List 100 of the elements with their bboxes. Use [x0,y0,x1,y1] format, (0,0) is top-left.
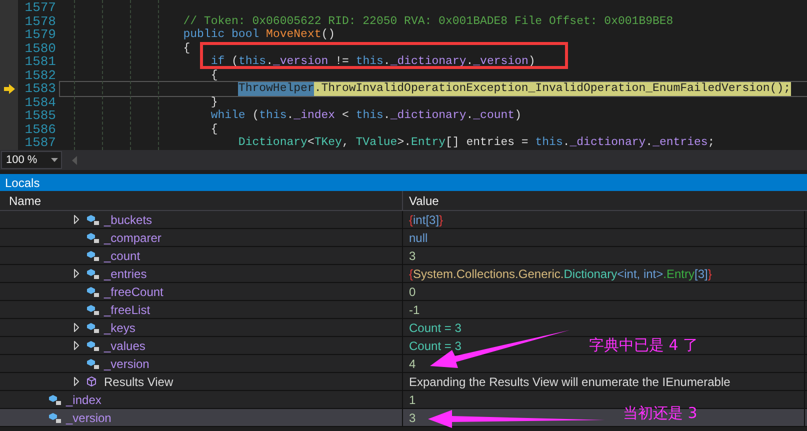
column-header[interactable]: Value [402,191,802,210]
code-token: Entry [411,136,446,150]
code-token: ThrowHelper [238,82,314,96]
code-token: . [646,136,653,150]
code-token: _version [272,55,328,68]
code-token: this [356,55,384,68]
code-token: < [307,136,314,150]
expand-arrow-icon[interactable] [74,377,79,386]
code-token: public bool [183,28,260,42]
code-token: _version [473,55,528,68]
code-token: { [210,122,218,136]
field-lock-icon [86,358,100,370]
code-token: .ThrowInvalidOperationException_InvalidOperation_EnumFailedVersion(); [314,82,791,96]
code-token: . [562,136,570,150]
line-number: 1578 [24,14,56,28]
line-number: 1583 [24,82,56,96]
variable-value: {System.Collections.Generic.Dictionary<int, int>.Entry[3]} [409,266,712,282]
code-token: . [266,55,273,68]
locals-row[interactable]: _count 3 [0,247,807,265]
locals-row[interactable]: _values Count = 3 字典中已是 4 了 [0,337,807,355]
code-token: MoveNext [266,28,322,42]
code-token: if [210,55,225,68]
expand-arrow-icon[interactable] [74,341,79,350]
variable-name: _freeCount [104,284,164,300]
code-token: _dictionary [570,136,646,150]
variable-value: Expanding the Results View will enumerate the IEnumerable [409,374,730,390]
zoom-dropdown[interactable]: 100 % [1,151,62,169]
code-token: ) [514,109,522,122]
field-lock-icon [86,322,100,334]
variable-name: _entries [104,266,147,282]
field-lock-icon [86,250,100,262]
code-token: } [210,96,218,109]
code-token: this [259,109,287,122]
code-token: _dictionary [390,55,466,68]
field-lock-icon [86,268,100,280]
code-token: { [183,42,190,55]
code-token: . [286,109,294,122]
variable-name: _version [104,356,150,372]
code-token: . [383,55,390,68]
line-number: 1579 [24,28,56,42]
code-token: TValue [356,136,398,150]
cube-icon [86,376,97,387]
code-token: [] entries = [446,136,530,150]
code-token: () [321,28,336,42]
panel-title: Locals [5,174,40,192]
variable-name: _values [104,338,146,354]
variable-value: 3 [409,410,416,426]
variable-value: {int[3]} [409,212,444,228]
code-comment: // Token: 0x06005622 RID: 22050 RVA: 0x001BADE8 File Offset: 0x001B9BE8 [183,14,674,28]
variable-name: _comparer [104,230,162,246]
code-token: _entries [652,136,708,150]
caret-icon [51,158,58,162]
locals-row[interactable]: Results View Expanding the Results View will enumerate the IEnumerable [0,373,807,391]
field-lock-icon [48,394,62,406]
locals-row[interactable]: _comparer null [0,229,807,247]
line-number: 1587 [24,136,56,150]
line-number: 1577 [24,1,56,14]
code-token: _count [473,109,515,122]
code-token: . [466,55,474,68]
code-token: Dictionary [238,136,308,150]
locals-row[interactable]: _buckets {int[3]} [0,211,807,229]
variable-name: _keys [104,320,136,336]
variable-name: _freeList [104,302,150,318]
line-number: 1582 [24,68,56,82]
code-token: this [238,55,266,68]
code-token: , [342,136,350,150]
code-token: . [383,109,390,122]
code-token: ; [708,136,715,150]
code-token: while [210,109,246,122]
line-number: 1581 [24,55,56,68]
variable-value: null [409,230,428,246]
line-number: 1584 [24,96,56,109]
variable-value: 0 [409,284,416,300]
code-token: ( [252,109,260,122]
expand-arrow-icon[interactable] [74,215,79,224]
line-number: 1580 [24,42,56,55]
field-lock-icon [86,286,100,298]
code-token: { [210,68,218,82]
code-token: this [535,136,563,150]
line-number: 1585 [24,109,56,122]
variable-value: -1 [409,302,420,318]
code-token: ) [528,55,536,68]
locals-row[interactable]: _entries {System.Collections.Generic.Dictionary<int, int>.Entry[3]} [0,265,807,283]
locals-row[interactable]: _version 4 [0,355,807,373]
expand-arrow-icon[interactable] [74,269,79,278]
variable-value: 4 [409,356,416,372]
code-token: _dictionary [390,109,466,122]
variable-value: 1 [409,392,416,408]
field-lock-icon [86,232,100,244]
expand-arrow-icon[interactable] [74,323,79,332]
code-token: ( [232,55,238,68]
locals-row[interactable]: _freeCount 0 [0,283,807,301]
field-lock-icon [86,214,100,226]
column-header[interactable]: Name [0,192,402,210]
variable-name: _count [104,248,140,264]
variable-name: _version [66,410,112,426]
field-lock-icon [86,304,100,316]
locals-row[interactable]: _freeList -1 [0,301,807,319]
locals-row[interactable]: _keys Count = 3 [0,319,807,337]
variable-value: 3 [409,248,416,264]
